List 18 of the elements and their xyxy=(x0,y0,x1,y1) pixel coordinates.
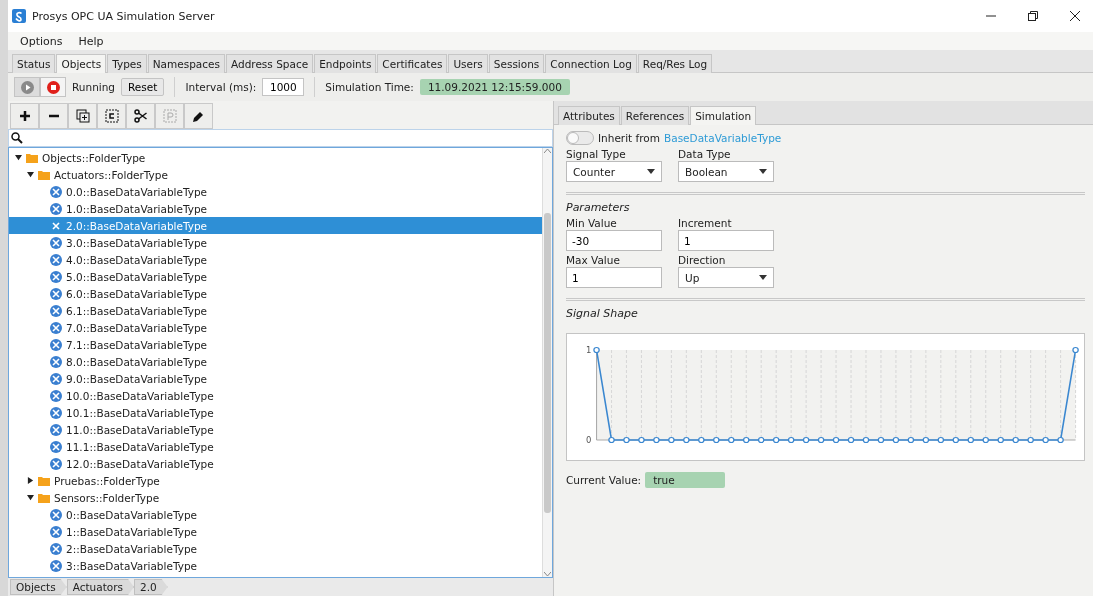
simulation-time-value: 11.09.2021 12:15:59.000 xyxy=(419,79,570,95)
simulation-time-label: Simulation Time: xyxy=(325,81,414,93)
field-label: Data Type xyxy=(678,148,732,160)
current-value-label: Current Value: xyxy=(566,474,642,486)
field-label: Min Value xyxy=(566,217,618,229)
section-title: Parameters xyxy=(566,201,631,214)
field-label: Direction xyxy=(678,254,727,266)
axis-tick-label: 1 xyxy=(585,345,592,355)
interval-label: Interval (ms): xyxy=(185,81,257,93)
section-title: Signal Shape xyxy=(566,307,639,320)
field-label: Increment xyxy=(678,217,733,229)
inherit-label: Inherit from xyxy=(598,132,660,144)
window-title: Prosys OPC UA Simulation Server xyxy=(32,9,216,23)
current-value: true xyxy=(645,472,726,488)
axis-tick-label: 0 xyxy=(585,435,592,445)
field-label: Max Value xyxy=(566,254,621,266)
field-label: Signal Type xyxy=(566,148,627,160)
status-label: Running xyxy=(72,81,116,93)
